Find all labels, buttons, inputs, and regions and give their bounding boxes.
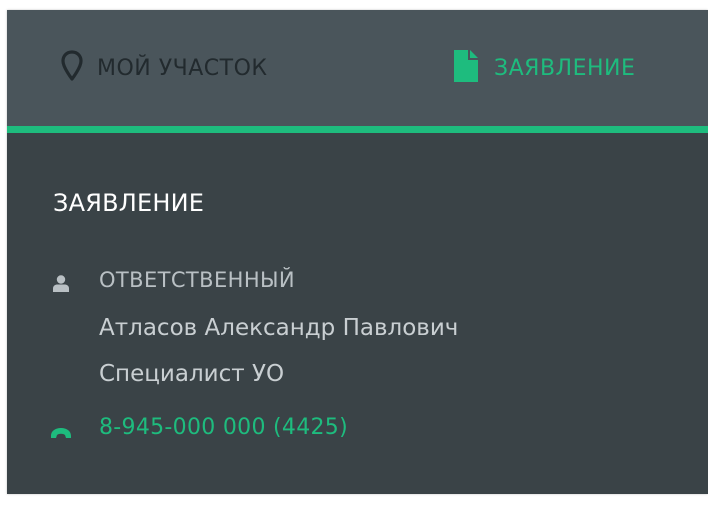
- responsible-label: ОТВЕТСТВЕННЫЙ: [99, 268, 296, 292]
- page: МОЙ УЧАСТОК ЗАЯВЛЕНИЕ ЗАЯВЛЕНИЕ ОТВЕТСТВ…: [0, 0, 708, 521]
- document-icon: [454, 50, 478, 86]
- tab-my-plot[interactable]: МОЙ УЧАСТОК: [61, 10, 268, 126]
- tab-bar: МОЙ УЧАСТОК ЗАЯВЛЕНИЕ: [7, 10, 708, 133]
- tab-application-label: ЗАЯВЛЕНИЕ: [494, 55, 636, 81]
- phone-number-link[interactable]: 8-945-000 000 (4425): [99, 415, 348, 440]
- tab-my-plot-label: МОЙ УЧАСТОК: [97, 55, 268, 81]
- application-details: ЗАЯВЛЕНИЕ ОТВЕТСТВЕННЫЙ Атласов Александ…: [7, 133, 708, 494]
- responsible-name: Атласов Александр Павлович: [99, 315, 459, 341]
- tab-application[interactable]: ЗАЯВЛЕНИЕ: [454, 10, 635, 126]
- map-marker-icon: [61, 50, 83, 86]
- application-panel: МОЙ УЧАСТОК ЗАЯВЛЕНИЕ ЗАЯВЛЕНИЕ ОТВЕТСТВ…: [7, 10, 708, 494]
- user-icon: [53, 275, 69, 296]
- phone-icon: [50, 424, 72, 443]
- section-title: ЗАЯВЛЕНИЕ: [53, 189, 205, 217]
- responsible-role: Специалист УО: [99, 361, 285, 387]
